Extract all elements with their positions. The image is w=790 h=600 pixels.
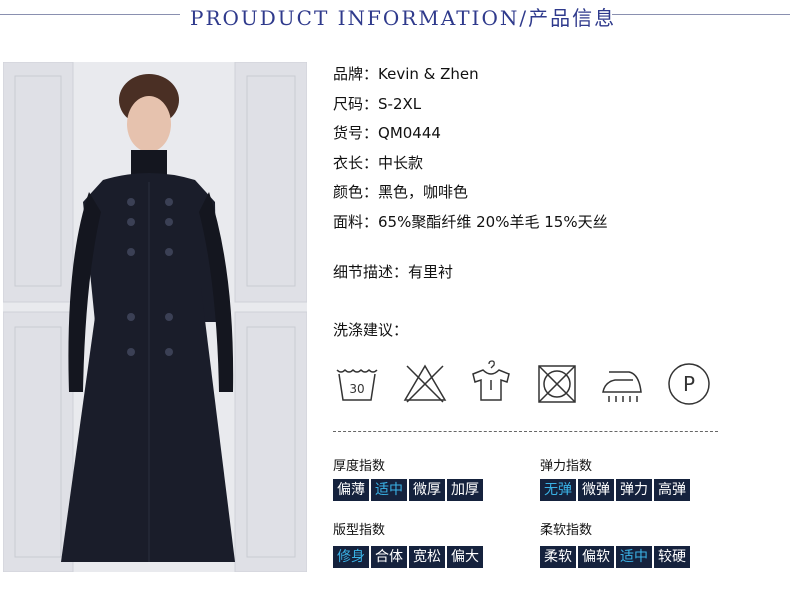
page-title: PROUDUCT INFORMATION/产品信息: [190, 6, 617, 30]
header-rule-left: [0, 14, 180, 15]
scale-option: 微弹: [578, 479, 614, 501]
softness-index-title: 柔软指数: [540, 523, 593, 538]
header-rule-right: [612, 14, 790, 15]
care-icons: 30 P: [333, 360, 713, 408]
professional-clean-p-icon: P: [668, 363, 710, 405]
spec-item-number: 货号：QM0444: [333, 124, 441, 142]
softness-index-scale: 柔软 偏软 适中 较硬: [540, 546, 690, 568]
spec-size: 尺码：S-2XL: [333, 94, 422, 113]
scale-option: 弹力: [616, 479, 652, 501]
spec-list: 品牌：Kevin & Zhen 尺码：S-2XL 货号：QM0444 衣长：中长…: [333, 60, 608, 237]
spec-length: 衣长：中长款: [333, 153, 424, 172]
product-photo: [3, 62, 307, 572]
scale-option-selected: 适中: [371, 479, 407, 501]
wash-temp-label: 30: [349, 382, 364, 396]
pro-clean-letter: P: [683, 372, 695, 396]
spec-color: 颜色：黑色，咖啡色: [333, 183, 469, 201]
fit-index-scale: 修身 合体 宽松 偏大: [333, 546, 483, 568]
no-tumble-dry-icon: [538, 365, 576, 403]
divider: [333, 431, 718, 432]
wash-30-icon: 30: [336, 368, 378, 401]
scale-option: 宽松: [409, 546, 445, 568]
scale-option: 偏薄: [333, 479, 369, 501]
scale-option: 合体: [371, 546, 407, 568]
detail-description: 细节描述：有里衬: [333, 263, 454, 281]
scale-option: 加厚: [447, 479, 483, 501]
elasticity-index-title: 弹力指数: [540, 459, 593, 474]
scale-option: 微厚: [409, 479, 445, 501]
scale-option-selected: 无弹: [540, 479, 576, 501]
scale-option: 较硬: [654, 546, 690, 568]
thickness-index-scale: 偏薄 适中 微厚 加厚: [333, 479, 483, 501]
spec-fabric: 面料：65%聚酯纤维 20%羊毛 15%天丝: [333, 212, 608, 231]
scale-option-selected: 适中: [616, 546, 652, 568]
no-bleach-icon: [403, 364, 447, 403]
spec-brand: 品牌：Kevin & Zhen: [333, 65, 479, 83]
fit-index-title: 版型指数: [333, 523, 386, 538]
hang-dry-icon: [472, 360, 510, 401]
iron-steam-icon: [602, 371, 642, 402]
scale-option: 偏大: [447, 546, 483, 568]
care-title: 洗涤建议：: [333, 321, 409, 339]
scale-option: 偏软: [578, 546, 614, 568]
scale-option: 柔软: [540, 546, 576, 568]
scale-option-selected: 修身: [333, 546, 369, 568]
elasticity-index-scale: 无弹 微弹 弹力 高弹: [540, 479, 690, 501]
thickness-index-title: 厚度指数: [333, 459, 386, 474]
scale-option: 高弹: [654, 479, 690, 501]
